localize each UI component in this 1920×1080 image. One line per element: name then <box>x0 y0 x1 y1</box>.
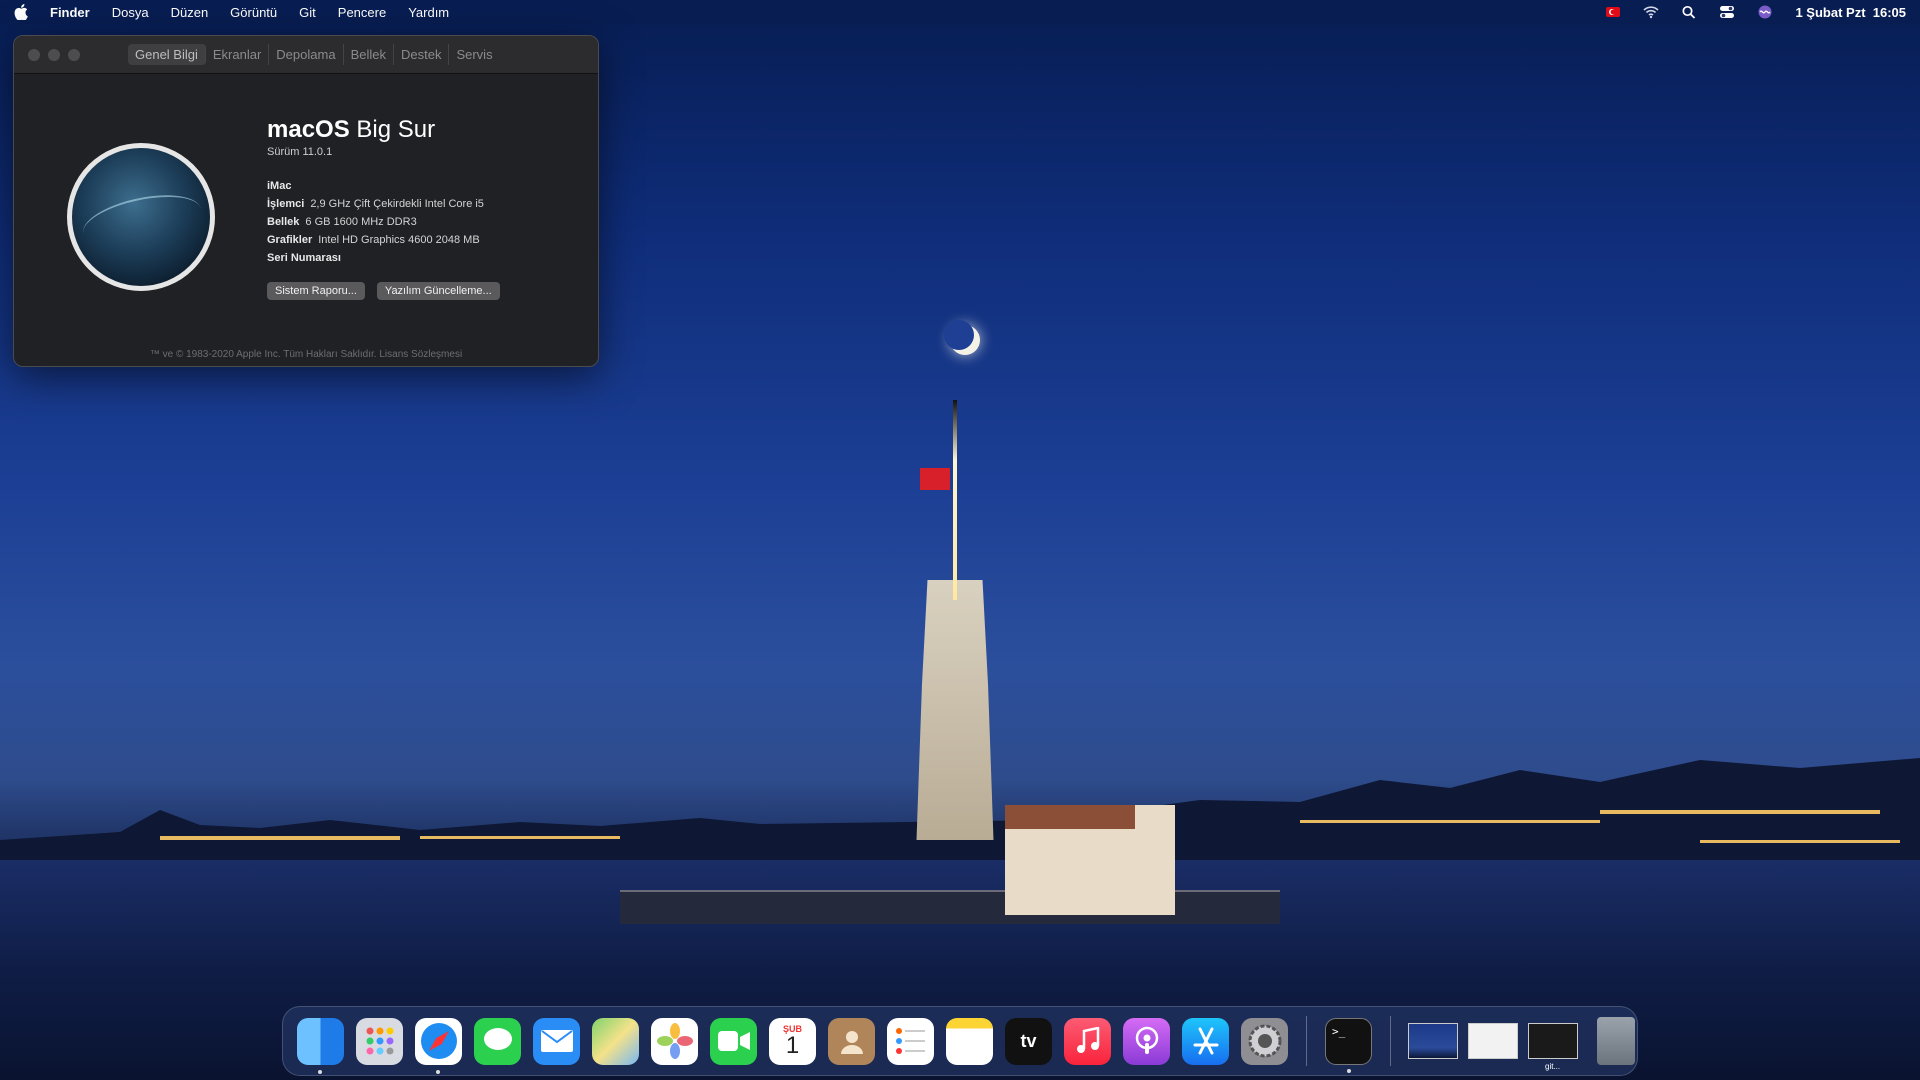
about-this-mac-window: Genel Bilgi Ekranlar Depolama Bellek Des… <box>13 35 599 367</box>
os-version: Sürüm 11.0.1 <box>267 146 333 158</box>
tower-roof <box>1005 805 1135 829</box>
menu-git[interactable]: Git <box>299 5 316 20</box>
spotlight-search-icon[interactable] <box>1681 5 1697 19</box>
tab-servis[interactable]: Servis <box>449 44 499 65</box>
input-source-flag-icon[interactable] <box>1605 5 1621 19</box>
maps-icon[interactable] <box>592 1017 639 1065</box>
trash-icon[interactable] <box>1597 1017 1635 1065</box>
menu-bar: Finder Dosya Düzen Görüntü Git Pencere Y… <box>0 0 1920 24</box>
menu-yardim[interactable]: Yardım <box>408 5 449 20</box>
spec-serial: Seri Numarası <box>267 252 341 264</box>
messages-icon[interactable] <box>474 1017 521 1065</box>
system-info: macOS Big Sur Sürüm 11.0.1 iMac İşlemci 2… <box>267 116 500 300</box>
spec-processor: İşlemci 2,9 GHz Çift Çekirdekli Intel Cor… <box>267 198 484 210</box>
menu-goruntu[interactable]: Görüntü <box>230 5 277 20</box>
wifi-icon[interactable] <box>1643 5 1660 19</box>
facetime-icon[interactable] <box>710 1017 757 1065</box>
apple-tv-icon[interactable]: tv <box>1005 1017 1052 1065</box>
spec-graphics: Grafikler Intel HD Graphics 4600 2048 MB <box>267 234 480 246</box>
islet-base <box>620 890 1280 924</box>
model-name: iMac <box>267 180 292 192</box>
minimize-button[interactable] <box>48 48 60 61</box>
about-tabs: Genel Bilgi Ekranlar Depolama Bellek Des… <box>128 44 500 65</box>
running-indicator <box>1347 1068 1351 1073</box>
thumbnail-label: git... <box>1545 1062 1561 1071</box>
moon <box>944 320 980 355</box>
minimized-window-thumbnail[interactable]: git... <box>1528 1023 1578 1071</box>
launchpad-icon[interactable] <box>356 1017 403 1065</box>
tab-bellek[interactable]: Bellek <box>344 44 394 65</box>
system-report-button[interactable]: Sistem Raporu... <box>267 282 365 300</box>
dock-separator <box>1390 1016 1391 1066</box>
window-titlebar: Genel Bilgi Ekranlar Depolama Bellek Des… <box>14 36 598 74</box>
tab-ekranlar[interactable]: Ekranlar <box>206 44 270 65</box>
tab-genel-bilgi[interactable]: Genel Bilgi <box>128 44 206 65</box>
calendar-day: 1 <box>785 1032 800 1059</box>
siri-icon[interactable] <box>1757 5 1773 19</box>
app-store-icon[interactable] <box>1182 1017 1229 1065</box>
system-preferences-icon[interactable] <box>1241 1017 1288 1065</box>
zoom-button[interactable] <box>68 48 80 61</box>
mail-icon[interactable] <box>533 1017 580 1065</box>
terminal-icon[interactable]: >_ <box>1325 1017 1372 1073</box>
finder-icon[interactable] <box>297 1017 344 1074</box>
minimized-window-thumbnail[interactable] <box>1408 1023 1458 1059</box>
menu-finder[interactable]: Finder <box>50 5 90 20</box>
photos-icon[interactable] <box>651 1017 698 1065</box>
menu-dosya[interactable]: Dosya <box>112 5 149 20</box>
podcasts-icon[interactable] <box>1123 1017 1170 1065</box>
flag-pole <box>953 400 957 600</box>
notes-icon[interactable] <box>946 1017 993 1065</box>
macos-big-sur-logo <box>67 143 215 291</box>
control-center-icon[interactable] <box>1719 5 1735 19</box>
contacts-icon[interactable] <box>828 1017 875 1065</box>
software-update-button[interactable]: Yazılım Güncelleme... <box>376 282 500 300</box>
apple-logo-icon[interactable] <box>14 4 28 20</box>
close-button[interactable] <box>28 48 40 61</box>
dock: ŞUB 1 tv >_ git... <box>282 1006 1638 1076</box>
menu-duzen[interactable]: Düzen <box>171 5 209 20</box>
calendar-icon[interactable]: ŞUB 1 <box>769 1017 816 1065</box>
running-indicator <box>318 1069 322 1074</box>
spec-memory: Bellek 6 GB 1600 MHz DDR3 <box>267 216 417 228</box>
safari-icon[interactable] <box>415 1017 462 1074</box>
dock-separator <box>1306 1016 1307 1066</box>
os-name: macOS Big Sur <box>267 116 436 143</box>
apple-tv-label: tv <box>1020 1030 1037 1051</box>
copyright-footer: ™ ve © 1983-2020 Apple Inc. Tüm Hakları … <box>149 349 463 360</box>
tab-destek[interactable]: Destek <box>394 44 450 65</box>
reminders-icon[interactable] <box>887 1017 934 1065</box>
running-indicator <box>436 1069 440 1074</box>
minimized-window-thumbnail[interactable] <box>1468 1023 1518 1059</box>
menu-pencere[interactable]: Pencere <box>338 5 386 20</box>
turkish-flag <box>920 468 950 490</box>
menubar-clock[interactable]: 1 Şubat Pzt 16:05 <box>1795 5 1906 20</box>
tab-depolama[interactable]: Depolama <box>269 44 344 65</box>
music-icon[interactable] <box>1064 1017 1111 1065</box>
